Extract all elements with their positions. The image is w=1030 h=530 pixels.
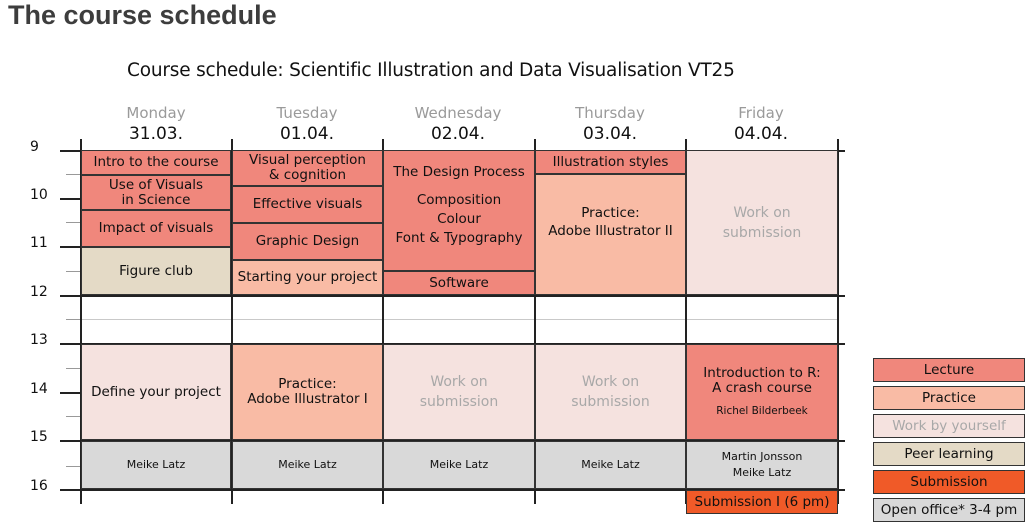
day-date-wednesday: 02.04.	[430, 124, 486, 144]
session-label: A crash course	[712, 379, 812, 396]
hour-label: 16	[30, 478, 48, 494]
session-label: Figure club	[119, 262, 193, 279]
session-practice-illustrator-2: Practice: Adobe Illustrator II	[535, 174, 686, 295]
session-label: submission	[722, 224, 802, 241]
session-label: Martin Jonsson	[721, 450, 803, 463]
session-label: Illustration styles	[552, 153, 669, 170]
day-date-thursday: 03.04.	[582, 124, 638, 144]
page-heading: The course schedule	[8, 0, 277, 30]
session-open-office: Meike Latz	[383, 441, 535, 489]
session-label: Practice:	[278, 376, 337, 392]
session-graphic-design: Graphic Design	[232, 223, 383, 260]
legend-lecture: Lecture	[873, 358, 1025, 382]
session-label: Adobe Illustrator II	[548, 223, 673, 239]
half-hour-tick	[66, 222, 80, 223]
session-open-office: Meike Latz	[535, 441, 686, 489]
day-name-tuesday: Tuesday	[276, 104, 338, 122]
session-intro-to-r: Introduction to R: A crash course Richel…	[686, 344, 838, 440]
hour-tick	[60, 392, 80, 394]
session-label: Work on	[581, 374, 640, 390]
session-open-office: Meike Latz	[232, 441, 383, 489]
session-figure-club: Figure club	[81, 247, 231, 295]
session-label: Software	[429, 274, 489, 291]
day-date-monday: 31.03.	[128, 124, 184, 144]
day-name-wednesday: Wednesday	[414, 104, 502, 122]
session-label: Composition	[416, 192, 502, 208]
session-label: Effective visuals	[252, 196, 363, 212]
session-label: Define your project	[91, 384, 221, 400]
session-effective-visuals: Effective visuals	[232, 186, 383, 223]
session-label: Meike Latz	[732, 466, 792, 479]
hour-label: 11	[30, 235, 48, 251]
day-name-friday: Friday	[738, 104, 784, 122]
schedule-title: Course schedule: Scientific Illustration…	[127, 60, 735, 81]
session-label: Intro to the course	[93, 154, 219, 170]
hour-label: 10	[30, 187, 48, 203]
session-label: Introduction to R:	[703, 364, 821, 381]
session-work-on-submission: Work on submission	[383, 344, 535, 440]
half-hour-tick	[66, 271, 80, 272]
legend-submission: Submission	[873, 470, 1025, 494]
session-label: Colour	[437, 211, 481, 227]
session-label: Visual perception	[249, 152, 366, 168]
day-date-tuesday: 01.04.	[279, 124, 335, 144]
hour-label: 9	[30, 139, 39, 155]
session-label: Starting your project	[237, 269, 378, 285]
session-practice-illustrator-1: Practice: Adobe Illustrator I	[232, 344, 383, 440]
session-label: Meike Latz	[278, 458, 337, 471]
session-label: Graphic Design	[255, 233, 360, 249]
session-starting-your-project: Starting your project	[232, 260, 383, 295]
session-open-office: Meike Latz	[81, 441, 231, 489]
session-label: submission	[419, 394, 499, 410]
session-label: & cognition	[268, 167, 347, 183]
session-label: Impact of visuals	[98, 220, 214, 236]
day-name-monday: Monday	[126, 104, 186, 122]
session-intro-to-course: Intro to the course	[81, 150, 231, 175]
hour-tick	[60, 246, 80, 248]
session-open-office: Martin Jonsson Meike Latz	[686, 441, 838, 489]
session-define-your-project: Define your project	[81, 344, 231, 440]
legend-open-office: Open office* 3-4 pm	[873, 498, 1025, 522]
session-label: Submission I (6 pm)	[694, 493, 830, 510]
hour-label: 14	[30, 381, 48, 397]
hour-label: 12	[30, 284, 48, 300]
session-label: Adobe Illustrator I	[247, 391, 368, 407]
gridline	[81, 319, 838, 320]
session-label: Font & Typography	[395, 230, 523, 246]
half-hour-tick	[66, 466, 80, 467]
session-label: Work on	[430, 374, 488, 390]
half-hour-tick	[66, 416, 80, 417]
hour-line	[60, 295, 845, 297]
session-label: The Design Process	[393, 164, 525, 180]
session-submission-1: Submission I (6 pm)	[686, 490, 838, 514]
day-date-friday: 04.04.	[733, 124, 789, 144]
day-name-thursday: Thursday	[575, 104, 645, 122]
half-hour-tick	[66, 319, 80, 320]
session-illustration-styles: Illustration styles	[535, 150, 686, 174]
hour-tick	[60, 198, 80, 200]
legend-work-by-yourself: Work by yourself	[873, 414, 1025, 438]
session-software: Software	[383, 271, 535, 295]
session-label: in Science	[121, 191, 191, 208]
session-work-on-submission: Work on submission	[686, 150, 838, 295]
hour-label: 13	[30, 332, 48, 348]
half-hour-tick	[66, 174, 80, 175]
legend-practice: Practice	[873, 386, 1025, 410]
session-design-process: The Design Process Composition Colour Fo…	[383, 150, 535, 271]
session-label: Meike Latz	[126, 458, 186, 471]
session-use-of-visuals: Use of Visuals in Science	[81, 175, 231, 210]
session-speaker: Richel Bilderbeek	[716, 404, 808, 417]
session-label: Use of Visuals	[108, 176, 204, 193]
session-work-on-submission: Work on submission	[535, 344, 686, 440]
session-label: submission	[571, 394, 650, 410]
half-hour-tick	[66, 368, 80, 369]
legend-peer-learning: Peer learning	[873, 442, 1025, 466]
session-label: Practice:	[581, 205, 640, 221]
session-visual-perception: Visual perception & cognition	[232, 150, 383, 186]
session-impact-of-visuals: Impact of visuals	[81, 210, 231, 247]
session-label: Meike Latz	[581, 458, 640, 471]
session-label: Work on	[733, 204, 791, 221]
session-label: Meike Latz	[429, 458, 489, 471]
hour-label: 15	[30, 429, 48, 445]
